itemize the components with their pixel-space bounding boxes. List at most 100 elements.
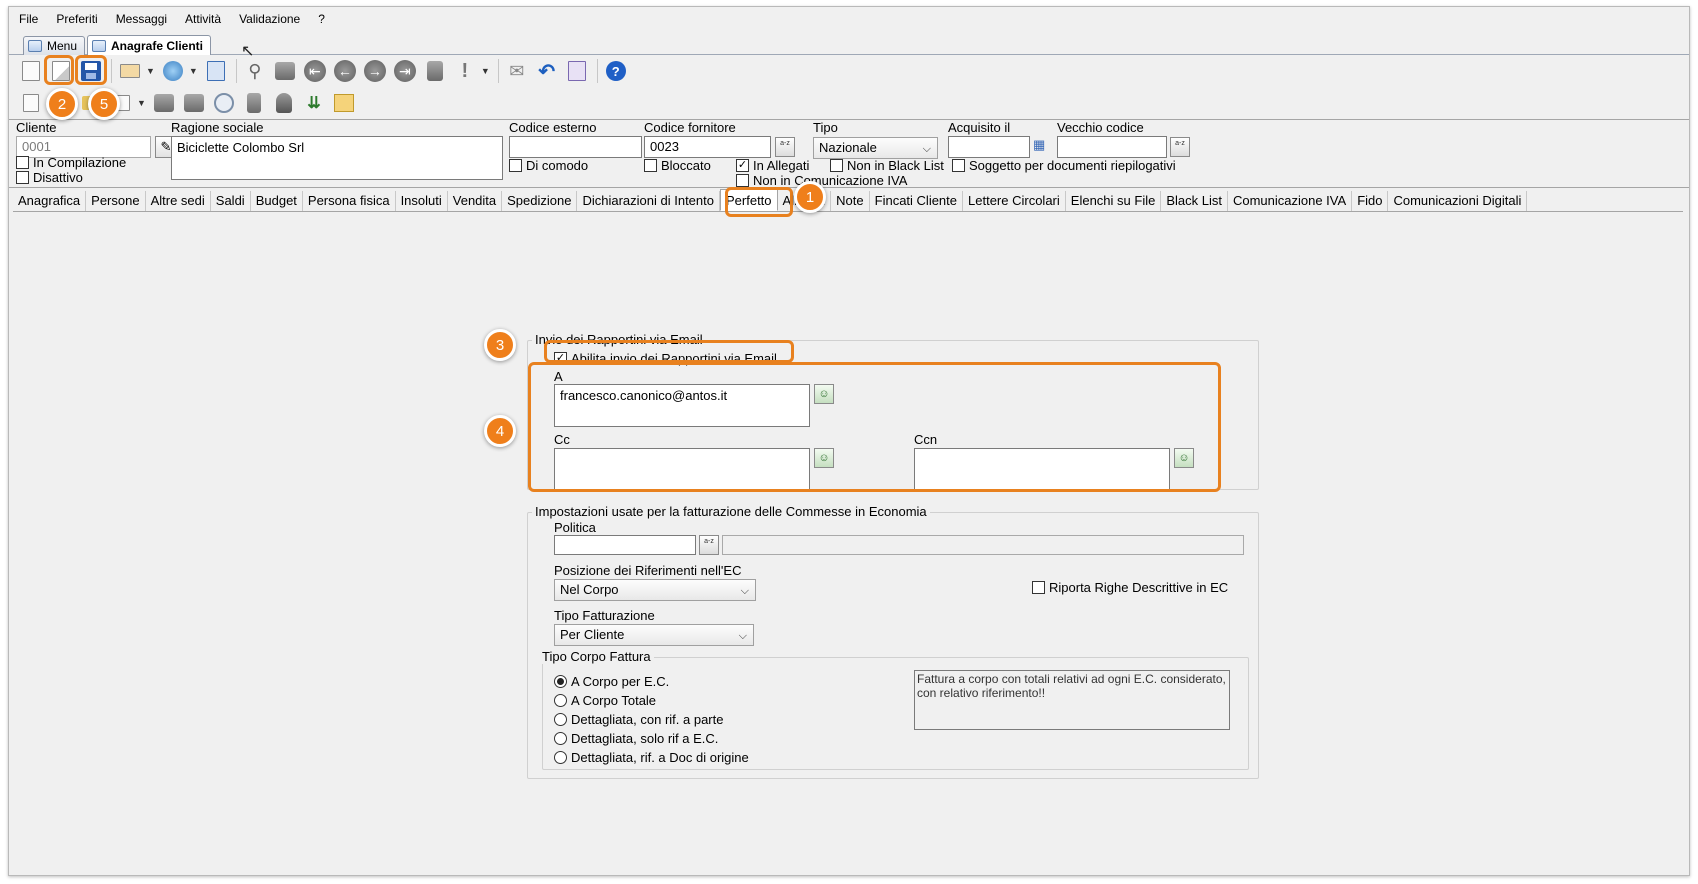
- binoculars-icon[interactable]: [271, 57, 299, 85]
- ragione-sociale-field[interactable]: Biciclette Colombo Srl: [171, 136, 503, 180]
- print-icon[interactable]: [116, 57, 144, 85]
- radio-dettagliata-doc-origine[interactable]: Dettagliata, rif. a Doc di origine: [554, 750, 749, 765]
- radio-dettagliata-solo-rif[interactable]: Dettagliata, solo rif a E.C.: [554, 731, 718, 746]
- menu-preferiti[interactable]: Preferiti: [56, 12, 97, 26]
- check-icon: ✓: [554, 352, 567, 365]
- first-icon[interactable]: ⇤: [301, 57, 329, 85]
- mail-icon[interactable]: ✉: [503, 57, 531, 85]
- tipo-select[interactable]: Nazionale ⌵: [813, 137, 938, 159]
- network-icon[interactable]: [150, 89, 178, 117]
- tab-fincati-cliente[interactable]: Fincati Cliente: [870, 191, 964, 211]
- web-icon[interactable]: [159, 57, 187, 85]
- tree-icon[interactable]: ⇊: [300, 89, 328, 117]
- politica-key-icon[interactable]: a-z: [699, 535, 719, 555]
- cc-label: Cc: [554, 432, 570, 447]
- address-book-icon[interactable]: ☺: [1174, 448, 1194, 468]
- tools-icon[interactable]: [563, 57, 591, 85]
- politica-description: [722, 535, 1244, 555]
- non-black-list-checkbox[interactable]: Non in Black List: [830, 158, 944, 173]
- last-icon[interactable]: ⇥: [391, 57, 419, 85]
- tab-fido[interactable]: Fido: [1352, 191, 1389, 211]
- alert-icon[interactable]: !: [451, 57, 479, 85]
- checkbox-box: [16, 156, 29, 169]
- bank-icon[interactable]: [180, 89, 208, 117]
- vecchio-key-icon[interactable]: a-z: [1170, 137, 1190, 157]
- ccn-field[interactable]: [914, 448, 1170, 491]
- stamp-icon[interactable]: [240, 89, 268, 117]
- tipo-fatturazione-select[interactable]: Per Cliente ⌵: [554, 624, 754, 646]
- checkbox-box: [644, 159, 657, 172]
- radio-dot: [554, 694, 567, 707]
- radio-a-corpo-totale[interactable]: A Corpo Totale: [554, 693, 656, 708]
- person-icon[interactable]: [270, 89, 298, 117]
- tab-anagrafica[interactable]: Anagrafica: [13, 191, 87, 211]
- tab-note[interactable]: Note: [831, 191, 870, 211]
- radio-a-corpo-ec[interactable]: A Corpo per E.C.: [554, 674, 669, 689]
- email-group-title: Invio dei Rapportini via Email: [532, 332, 706, 347]
- tab-perfetto[interactable]: Perfetto: [720, 189, 778, 211]
- search-icon[interactable]: ⚲: [241, 57, 269, 85]
- tab-persone[interactable]: Persone: [86, 191, 146, 211]
- abilita-email-checkbox[interactable]: ✓ Abilita invio dei Rapportini via Email: [554, 351, 777, 366]
- radio-dettagliata-rif-parte[interactable]: Dettagliata, con rif. a parte: [554, 712, 723, 727]
- tipo-label: Tipo: [813, 120, 838, 135]
- next-icon[interactable]: →: [361, 57, 389, 85]
- prev-icon[interactable]: ←: [331, 57, 359, 85]
- copy-icon[interactable]: [17, 89, 45, 117]
- callout-5: 5: [88, 88, 120, 120]
- riporta-righe-checkbox[interactable]: Riporta Righe Descrittive in EC: [1032, 580, 1228, 595]
- new-icon[interactable]: [17, 57, 45, 85]
- undo-icon[interactable]: ↶: [533, 57, 561, 85]
- checkbox-box: [736, 174, 749, 187]
- tab-menu[interactable]: Menu: [23, 36, 86, 55]
- compass-icon[interactable]: [210, 89, 238, 117]
- politica-field[interactable]: [554, 535, 696, 555]
- tab-saldi[interactable]: Saldi: [211, 191, 251, 211]
- address-book-icon[interactable]: ☺: [814, 448, 834, 468]
- codice-esterno-field[interactable]: [509, 136, 642, 158]
- tab-altre-sedi[interactable]: Altre sedi: [146, 191, 211, 211]
- tab-spedizione[interactable]: Spedizione: [502, 191, 578, 211]
- tab-budget[interactable]: Budget: [251, 191, 303, 211]
- calendar-icon[interactable]: ▦: [1033, 137, 1051, 155]
- clipboard-icon[interactable]: [421, 57, 449, 85]
- bloccato-checkbox[interactable]: Bloccato: [644, 158, 711, 173]
- tab-black-list[interactable]: Black List: [1161, 191, 1228, 211]
- tab-dichiarazioni[interactable]: Dichiarazioni di Intento: [577, 191, 720, 211]
- posizione-select[interactable]: Nel Corpo ⌵: [554, 579, 756, 601]
- disattivo-checkbox[interactable]: Disattivo: [16, 170, 83, 185]
- menu-attivita[interactable]: Attività: [185, 12, 221, 26]
- tab-vendita[interactable]: Vendita: [448, 191, 503, 211]
- address-book-icon[interactable]: ☺: [814, 384, 834, 404]
- tab-anagrafe-clienti[interactable]: Anagrafe Clienti: [87, 35, 212, 55]
- in-allegati-checkbox[interactable]: ✓ In Allegati: [736, 158, 809, 173]
- tab-comunicazioni-digitali[interactable]: Comunicazioni Digitali: [1388, 191, 1528, 211]
- edit-icon[interactable]: [47, 57, 75, 85]
- tab-lettere-circolari[interactable]: Lettere Circolari: [963, 191, 1066, 211]
- acquisito-field[interactable]: [948, 136, 1030, 158]
- menu-file[interactable]: File: [19, 12, 38, 26]
- politica-label: Politica: [554, 520, 596, 535]
- corpo-group-title: Tipo Corpo Fattura: [539, 649, 654, 664]
- codice-fornitore-field[interactable]: 0023: [644, 136, 771, 158]
- tab-persona-fisica[interactable]: Persona fisica: [303, 191, 396, 211]
- in-compilazione-checkbox[interactable]: In Compilazione: [16, 155, 126, 170]
- soggetto-checkbox[interactable]: Soggetto per documenti riepilogativi: [952, 158, 1176, 173]
- menu-icon: [28, 40, 42, 52]
- config-icon[interactable]: [202, 57, 230, 85]
- tab-insoluti[interactable]: Insoluti: [396, 191, 448, 211]
- tab-elenchi-su-file[interactable]: Elenchi su File: [1066, 191, 1162, 211]
- a-field[interactable]: francesco.canonico@antos.it: [554, 384, 810, 427]
- chevron-down-icon: ⌵: [922, 143, 931, 155]
- di-comodo-checkbox[interactable]: Di comodo: [509, 158, 588, 173]
- tab-comunicazione-iva[interactable]: Comunicazione IVA: [1228, 191, 1353, 211]
- help-icon[interactable]: ?: [602, 57, 630, 85]
- chart-icon[interactable]: [330, 89, 358, 117]
- menu-validazione[interactable]: Validazione: [239, 12, 300, 26]
- vecchio-codice-field[interactable]: [1057, 136, 1167, 158]
- menu-help[interactable]: ?: [318, 12, 325, 26]
- cc-field[interactable]: [554, 448, 810, 491]
- lookup-key-icon[interactable]: a-z: [775, 137, 795, 157]
- save-icon[interactable]: [77, 57, 105, 85]
- menu-messaggi[interactable]: Messaggi: [116, 12, 167, 26]
